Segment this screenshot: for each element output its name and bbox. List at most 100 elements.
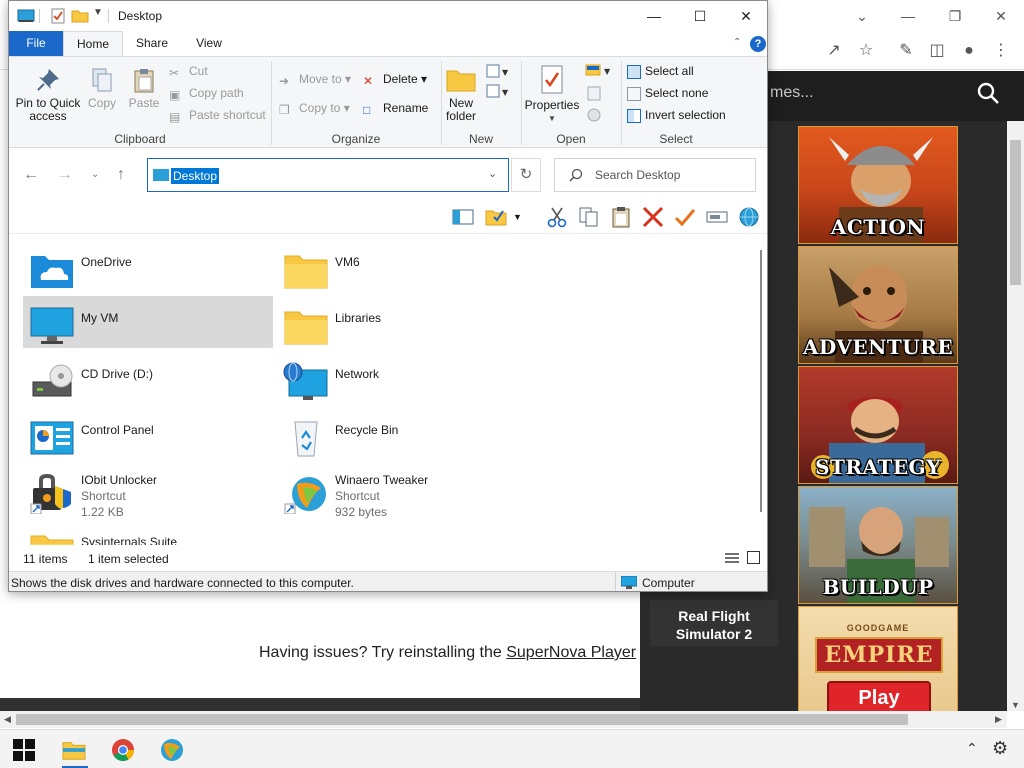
close-button[interactable]: ✕ xyxy=(723,1,767,31)
recent-locations-chevron-icon[interactable]: ⌄ xyxy=(91,169,99,180)
show-hidden-icons-chevron-icon[interactable]: ⌃ xyxy=(966,740,978,757)
list-item-vm6[interactable]: VM6 xyxy=(277,240,527,292)
rename-icon[interactable] xyxy=(705,205,729,229)
computer-icon xyxy=(30,307,74,344)
tab-view[interactable]: View xyxy=(181,31,237,56)
site-search-text[interactable]: mes... xyxy=(770,84,814,102)
large-icons-view-icon[interactable] xyxy=(747,551,760,564)
paste-button[interactable]: Paste xyxy=(125,67,163,110)
tab-file[interactable]: File xyxy=(9,31,63,56)
properties-button[interactable]: Properties ▼ xyxy=(523,65,581,125)
content-scrollbar[interactable] xyxy=(760,250,762,512)
command-dropdown-icon[interactable]: ▼ xyxy=(513,205,537,229)
chrome-icon[interactable] xyxy=(111,738,135,762)
open-actions-icon[interactable]: ▼ xyxy=(585,63,615,125)
browser-close-button[interactable]: ✕ xyxy=(981,4,1021,28)
cut-icon[interactable] xyxy=(545,205,569,229)
move-to-button[interactable]: ➜ Move to ▾ xyxy=(279,70,351,88)
windows-start-icon[interactable] xyxy=(13,739,35,761)
horizontal-scroll-thumb[interactable] xyxy=(16,714,908,725)
list-item-iobit-unlocker[interactable]: IObit Unlocker Shortcut 1.22 KB xyxy=(23,464,273,519)
tab-share[interactable]: Share xyxy=(123,31,181,56)
copy-icon[interactable] xyxy=(577,205,601,229)
collapse-ribbon-icon[interactable]: ⌃ xyxy=(733,37,741,48)
list-item-recycle-bin[interactable]: Recycle Bin xyxy=(277,408,527,460)
bookmark-star-icon[interactable]: ☆ xyxy=(855,40,877,62)
flight-tile-label: Real Flight Simulator 2 xyxy=(650,607,778,643)
maximize-button[interactable]: ☐ xyxy=(677,1,723,31)
tab-home[interactable]: Home xyxy=(63,31,123,56)
browser-menu-icon[interactable]: ⋮ xyxy=(990,40,1012,62)
paste-icon[interactable] xyxy=(609,205,633,229)
refresh-button[interactable]: ↻ xyxy=(511,158,541,192)
browser-restore-button[interactable]: ❐ xyxy=(935,4,975,28)
list-item-onedrive[interactable]: OneDrive xyxy=(23,240,273,292)
list-item-cd-drive[interactable]: CD Drive (D:) xyxy=(23,352,273,404)
game-tile-action[interactable]: ACTION xyxy=(798,126,958,244)
new-folder-qat-icon[interactable] xyxy=(71,8,89,24)
properties-dropdown-icon[interactable]: ▼ xyxy=(523,112,581,125)
vertical-scroll-thumb[interactable] xyxy=(1010,140,1021,285)
select-none-button[interactable]: Select none xyxy=(627,84,708,102)
address-dropdown-icon[interactable]: ⌄ xyxy=(488,167,497,180)
supernova-player-link[interactable]: SuperNova Player xyxy=(506,644,636,661)
copy-label: Copy xyxy=(87,96,116,110)
list-item-winaero-tweaker[interactable]: Winaero Tweaker Shortcut 932 bytes xyxy=(277,464,527,519)
properties-folder-icon[interactable] xyxy=(485,205,509,229)
tab-search-icon[interactable]: ⌄ xyxy=(842,4,882,28)
list-item-my-vm[interactable]: My VM xyxy=(23,296,273,348)
properties-label: Properties xyxy=(524,98,580,112)
game-tile-empire[interactable]: GOODGAME EMPIRE Play xyxy=(798,606,958,712)
rename-button[interactable]: □ Rename xyxy=(363,99,428,117)
scroll-down-arrow-icon[interactable]: ▼ xyxy=(1011,700,1020,710)
settings-gear-icon[interactable]: ⚙ xyxy=(992,738,1008,759)
winaero-tweaker-taskbar-icon[interactable] xyxy=(160,738,184,762)
search-input[interactable]: Search Desktop xyxy=(554,158,756,192)
paste-shortcut-button[interactable]: ▤ Paste shortcut xyxy=(169,106,266,124)
side-panel-icon[interactable]: ◫ xyxy=(926,40,948,62)
file-explorer-icon[interactable] xyxy=(62,738,86,762)
search-icon[interactable] xyxy=(975,80,1001,106)
profile-avatar-icon[interactable]: ● xyxy=(958,40,980,62)
select-all-button[interactable]: Select all xyxy=(627,62,694,80)
list-item-network[interactable]: Network xyxy=(277,352,527,404)
address-bar[interactable]: Desktop ⌄ xyxy=(147,158,509,192)
details-view-icon[interactable] xyxy=(725,552,739,564)
delete-icon[interactable] xyxy=(641,205,665,229)
preview-pane-icon[interactable] xyxy=(451,205,475,229)
list-item-control-panel[interactable]: Control Panel xyxy=(23,408,273,460)
open-group-label: Open xyxy=(556,132,586,146)
up-arrow-icon[interactable]: ↑ xyxy=(117,166,125,184)
copy-path-button[interactable]: ▣ Copy path xyxy=(169,84,244,102)
list-item-libraries[interactable]: Libraries xyxy=(277,296,527,348)
new-item-icon[interactable]: ▼ ▼ xyxy=(485,63,511,103)
back-arrow-icon[interactable]: ← xyxy=(23,166,39,184)
game-tile-strategy[interactable]: STRATEGY xyxy=(798,366,958,484)
checkmark-icon[interactable] xyxy=(673,205,697,229)
help-icon[interactable]: ? xyxy=(750,36,766,52)
item-name: Recycle Bin xyxy=(335,423,399,437)
properties-qat-icon[interactable] xyxy=(49,8,67,24)
address-input[interactable]: Desktop xyxy=(171,168,220,184)
status-bar: 11 items 1 item selected xyxy=(9,549,767,569)
forward-arrow-icon[interactable]: → xyxy=(57,166,73,184)
minimize-button[interactable]: — xyxy=(631,1,677,31)
copy-button[interactable]: Copy xyxy=(85,67,119,110)
list-item-sysinternals-suite[interactable]: Sysinternals Suite xyxy=(23,520,273,545)
game-tile-buildup[interactable]: BUILDUP xyxy=(798,486,958,604)
qat-dropdown-icon[interactable]: ▼ xyxy=(93,7,103,18)
network-globe-icon[interactable] xyxy=(737,205,761,229)
pin-to-quick-access-button[interactable]: Pin to Quick access xyxy=(15,67,81,123)
cut-button[interactable]: ✂ Cut xyxy=(169,62,208,80)
game-tile-adventure[interactable]: ADVENTURE xyxy=(798,246,958,364)
delete-button[interactable]: ✕ Delete ▾ xyxy=(363,70,427,88)
browser-minimize-button[interactable]: — xyxy=(888,4,928,28)
share-icon[interactable]: ↗ xyxy=(823,40,845,62)
invert-selection-button[interactable]: Invert selection xyxy=(627,106,726,124)
extensions-icon[interactable]: ✎ xyxy=(895,40,917,62)
scroll-left-arrow-icon[interactable]: ◀ xyxy=(4,714,11,725)
scroll-right-arrow-icon[interactable]: ▶ xyxy=(995,714,1002,725)
copy-to-button[interactable]: ❐ Copy to ▾ xyxy=(279,99,350,117)
new-folder-button[interactable]: New folder xyxy=(443,67,479,123)
play-button[interactable]: Play xyxy=(827,681,931,711)
